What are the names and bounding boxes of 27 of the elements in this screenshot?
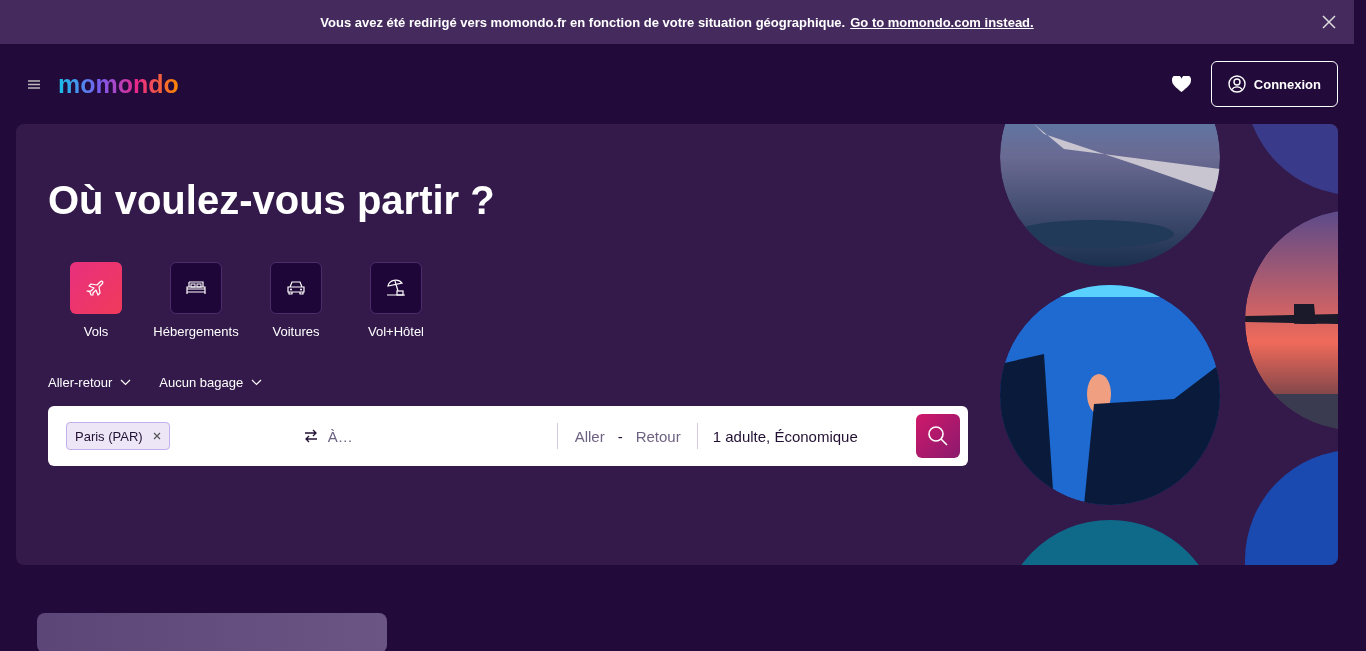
origin-chip[interactable]: Paris (PAR) — [66, 422, 170, 450]
category-tab[interactable]: Vol+Hôtel — [346, 262, 446, 339]
category-tab[interactable]: Hébergements — [146, 262, 246, 339]
login-button[interactable]: Connexion — [1210, 61, 1338, 107]
umbrella-icon — [385, 277, 407, 299]
return-field[interactable]: Retour — [635, 427, 681, 445]
travelers-field[interactable]: 1 adulte, Économique — [712, 427, 858, 445]
destination-field[interactable]: À… — [327, 427, 557, 445]
hero-title: Où voulez-vous partir ? — [48, 177, 496, 224]
date-separator: - — [617, 427, 623, 445]
swap-icon[interactable] — [303, 429, 318, 443]
heart-icon[interactable] — [1171, 75, 1191, 93]
search-button[interactable] — [916, 414, 960, 458]
close-icon[interactable] — [1322, 15, 1336, 29]
search-icon — [927, 425, 949, 447]
redirect-link[interactable]: Go to momondo.com instead. — [850, 14, 1034, 30]
category-tab[interactable]: Vols — [46, 262, 146, 339]
category-tab[interactable]: Voitures — [246, 262, 346, 339]
departure-field[interactable]: Aller — [574, 427, 605, 445]
remove-icon[interactable] — [152, 432, 161, 440]
option-dropdown[interactable]: Aucun bagage — [159, 375, 263, 390]
chevron-icon — [251, 379, 263, 386]
menu-icon[interactable] — [28, 79, 40, 89]
option-dropdown[interactable]: Aller-retour — [48, 375, 132, 390]
user-icon — [1227, 75, 1246, 93]
chevron-icon — [120, 379, 132, 386]
redirect-message: Vous avez été redirigé vers momondo.fr en fonction de votre situation géographique. — [320, 14, 846, 30]
